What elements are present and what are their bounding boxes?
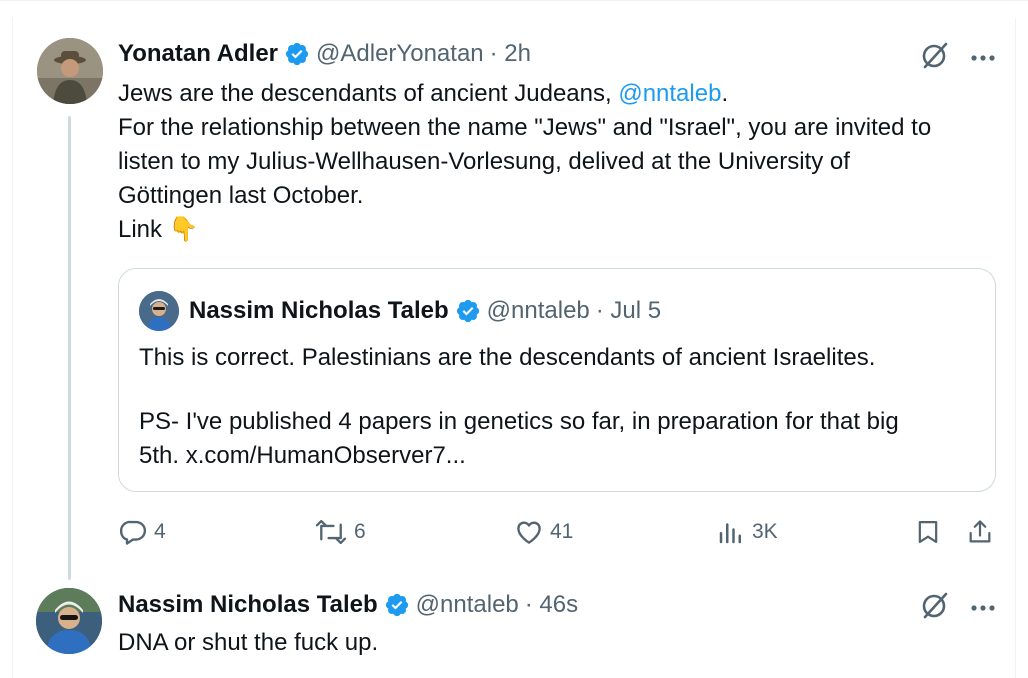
- like-count: 41: [550, 520, 574, 543]
- reply-text: DNA or shut the fuck up.: [118, 629, 379, 656]
- repost-button[interactable]: 6: [314, 514, 366, 550]
- tweet-text-line: Link 👇: [118, 216, 199, 243]
- tweet-text-segment: Jews are the descendants of ancient Jude…: [118, 80, 619, 107]
- verified-badge-icon: [384, 592, 410, 618]
- avatar[interactable]: [36, 588, 102, 654]
- tweet-text-line: listen to my Julius-Wellhausen-Vorlesung…: [118, 148, 850, 175]
- tweet-text-line: For the relationship between the name "J…: [118, 114, 932, 141]
- author-handle[interactable]: @nntaleb: [416, 591, 519, 619]
- author-name[interactable]: Yonatan Adler: [118, 40, 278, 68]
- mention-link[interactable]: @nntaleb: [618, 80, 721, 107]
- verified-badge-icon: [455, 298, 481, 324]
- more-icon[interactable]: [970, 49, 996, 67]
- quoted-tweet-header: Nassim Nicholas Taleb @nntaleb · Jul 5: [139, 291, 661, 331]
- author-handle[interactable]: @AdlerYonatan: [316, 40, 484, 68]
- column-border-right: [1015, 18, 1016, 678]
- tweet-text: Jews are the descendants of ancient Jude…: [118, 77, 1008, 247]
- tweet-time[interactable]: · 46s: [525, 591, 578, 619]
- bookmark-icon: [918, 520, 938, 544]
- quoted-text-line: 5th. x.com/HumanObserver7...: [139, 442, 466, 469]
- tweet-text-line: Jews are the descendants of ancient Jude…: [118, 77, 1008, 111]
- quoted-tweet-text: This is correct. Palestinians are the de…: [139, 341, 979, 473]
- reply-button[interactable]: 4: [118, 514, 166, 550]
- avatar-portrait-image: [36, 588, 102, 654]
- quoted-author-handle: @nntaleb: [486, 297, 590, 324]
- quoted-avatar: [139, 291, 179, 331]
- quoted-text-line: This is correct. Palestinians are the de…: [139, 344, 876, 371]
- share-button[interactable]: [966, 514, 1000, 550]
- tweet-text-segment: .: [721, 80, 729, 107]
- repost-count: 6: [354, 520, 366, 543]
- reply-top-actions: [920, 590, 996, 625]
- tweet-action-bar: 4 6 41 3K: [118, 514, 998, 550]
- tweet-time[interactable]: · 2h: [490, 40, 531, 68]
- bookmark-button[interactable]: [914, 514, 948, 550]
- thread-connector-line: [68, 116, 71, 580]
- grok-icon[interactable]: [920, 40, 950, 75]
- views-count: 3K: [752, 520, 778, 543]
- avatar-portrait-image: [37, 38, 103, 104]
- avatar-portrait-image: [139, 291, 179, 331]
- tweet-top-actions: [920, 40, 996, 75]
- quoted-tweet-time: · Jul 5: [595, 297, 662, 324]
- like-button[interactable]: 41: [514, 514, 573, 550]
- quoted-tweet-card[interactable]: Nassim Nicholas Taleb @nntaleb · Jul 5 T…: [118, 268, 996, 492]
- like-icon: [517, 521, 541, 544]
- reply-icon: [119, 520, 147, 545]
- reply-header: Nassim Nicholas Taleb @nntaleb · 46s: [118, 588, 578, 622]
- column-border-left: [12, 18, 13, 678]
- share-icon: [969, 520, 991, 543]
- reply-count: 4: [154, 520, 166, 543]
- repost-icon: [315, 519, 347, 545]
- avatar[interactable]: [37, 38, 103, 104]
- quoted-author-name: Nassim Nicholas Taleb: [189, 297, 449, 324]
- views-icon: [719, 523, 741, 544]
- verified-badge-icon: [284, 41, 310, 67]
- views-button[interactable]: 3K: [716, 514, 778, 550]
- grok-icon[interactable]: [920, 590, 950, 625]
- tweet-header: Yonatan Adler @AdlerYonatan · 2h: [118, 37, 531, 71]
- author-name[interactable]: Nassim Nicholas Taleb: [118, 591, 378, 619]
- tweet-text-line: Göttingen last October.: [118, 182, 364, 209]
- more-icon[interactable]: [970, 599, 996, 617]
- quoted-text-line: PS- I've published 4 papers in genetics …: [139, 408, 899, 435]
